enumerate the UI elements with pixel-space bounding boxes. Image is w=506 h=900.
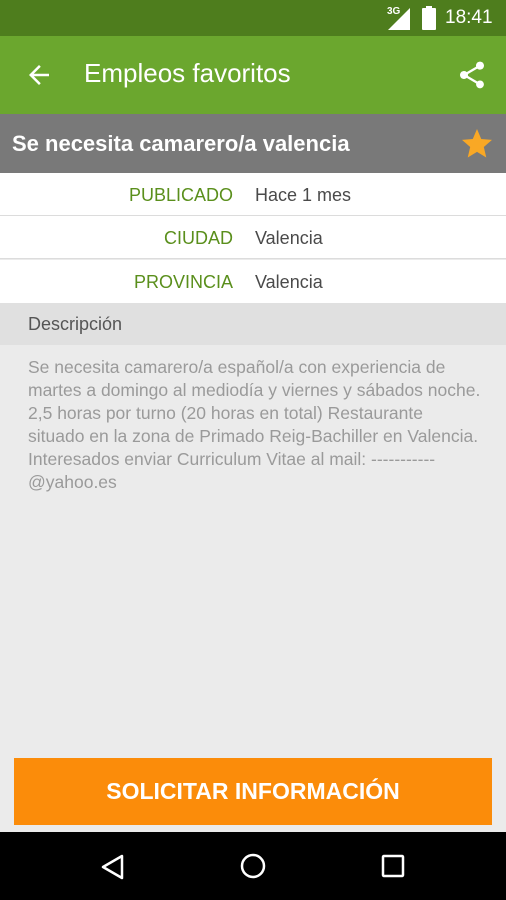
nav-back-icon[interactable] bbox=[100, 854, 124, 880]
job-header: Se necesita camarero/a valencia bbox=[0, 114, 506, 173]
detail-label: CIUDAD bbox=[163, 228, 233, 248]
status-bar: 3G 18:41 bbox=[0, 0, 506, 36]
nav-recents-icon[interactable] bbox=[381, 854, 405, 878]
detail-row-ciudad: CIUDAD Valencia bbox=[0, 216, 506, 259]
star-icon[interactable] bbox=[458, 126, 496, 162]
detail-label: PUBLICADO bbox=[128, 185, 233, 205]
nav-home-icon[interactable] bbox=[240, 853, 266, 879]
detail-row-provincia: PROVINCIA Valencia bbox=[0, 260, 506, 303]
page-title: Empleos favoritos bbox=[84, 58, 291, 88]
detail-row-publicado: PUBLICADO Hace 1 mes bbox=[0, 173, 506, 216]
detail-value: Valencia bbox=[255, 228, 323, 248]
description-text: Se necesita camarero/a español/a con exp… bbox=[28, 357, 481, 492]
detail-label: PROVINCIA bbox=[133, 272, 233, 292]
apply-button[interactable]: SOLICITAR INFORMACIÓN bbox=[14, 758, 492, 825]
detail-value: Hace 1 mes bbox=[255, 185, 352, 205]
navigation-bar bbox=[0, 832, 506, 900]
description-heading: Descripción bbox=[28, 314, 123, 334]
app-bar: Empleos favoritos bbox=[0, 36, 506, 114]
description-header: Descripción bbox=[0, 303, 506, 345]
signal-icon bbox=[388, 8, 410, 30]
battery-icon bbox=[422, 6, 436, 30]
share-icon[interactable] bbox=[456, 58, 488, 92]
clock: 18:41 bbox=[445, 7, 493, 28]
job-title: Se necesita camarero/a valencia bbox=[12, 131, 350, 156]
detail-value: Valencia bbox=[255, 272, 323, 292]
arrow-left-icon[interactable] bbox=[24, 60, 54, 90]
